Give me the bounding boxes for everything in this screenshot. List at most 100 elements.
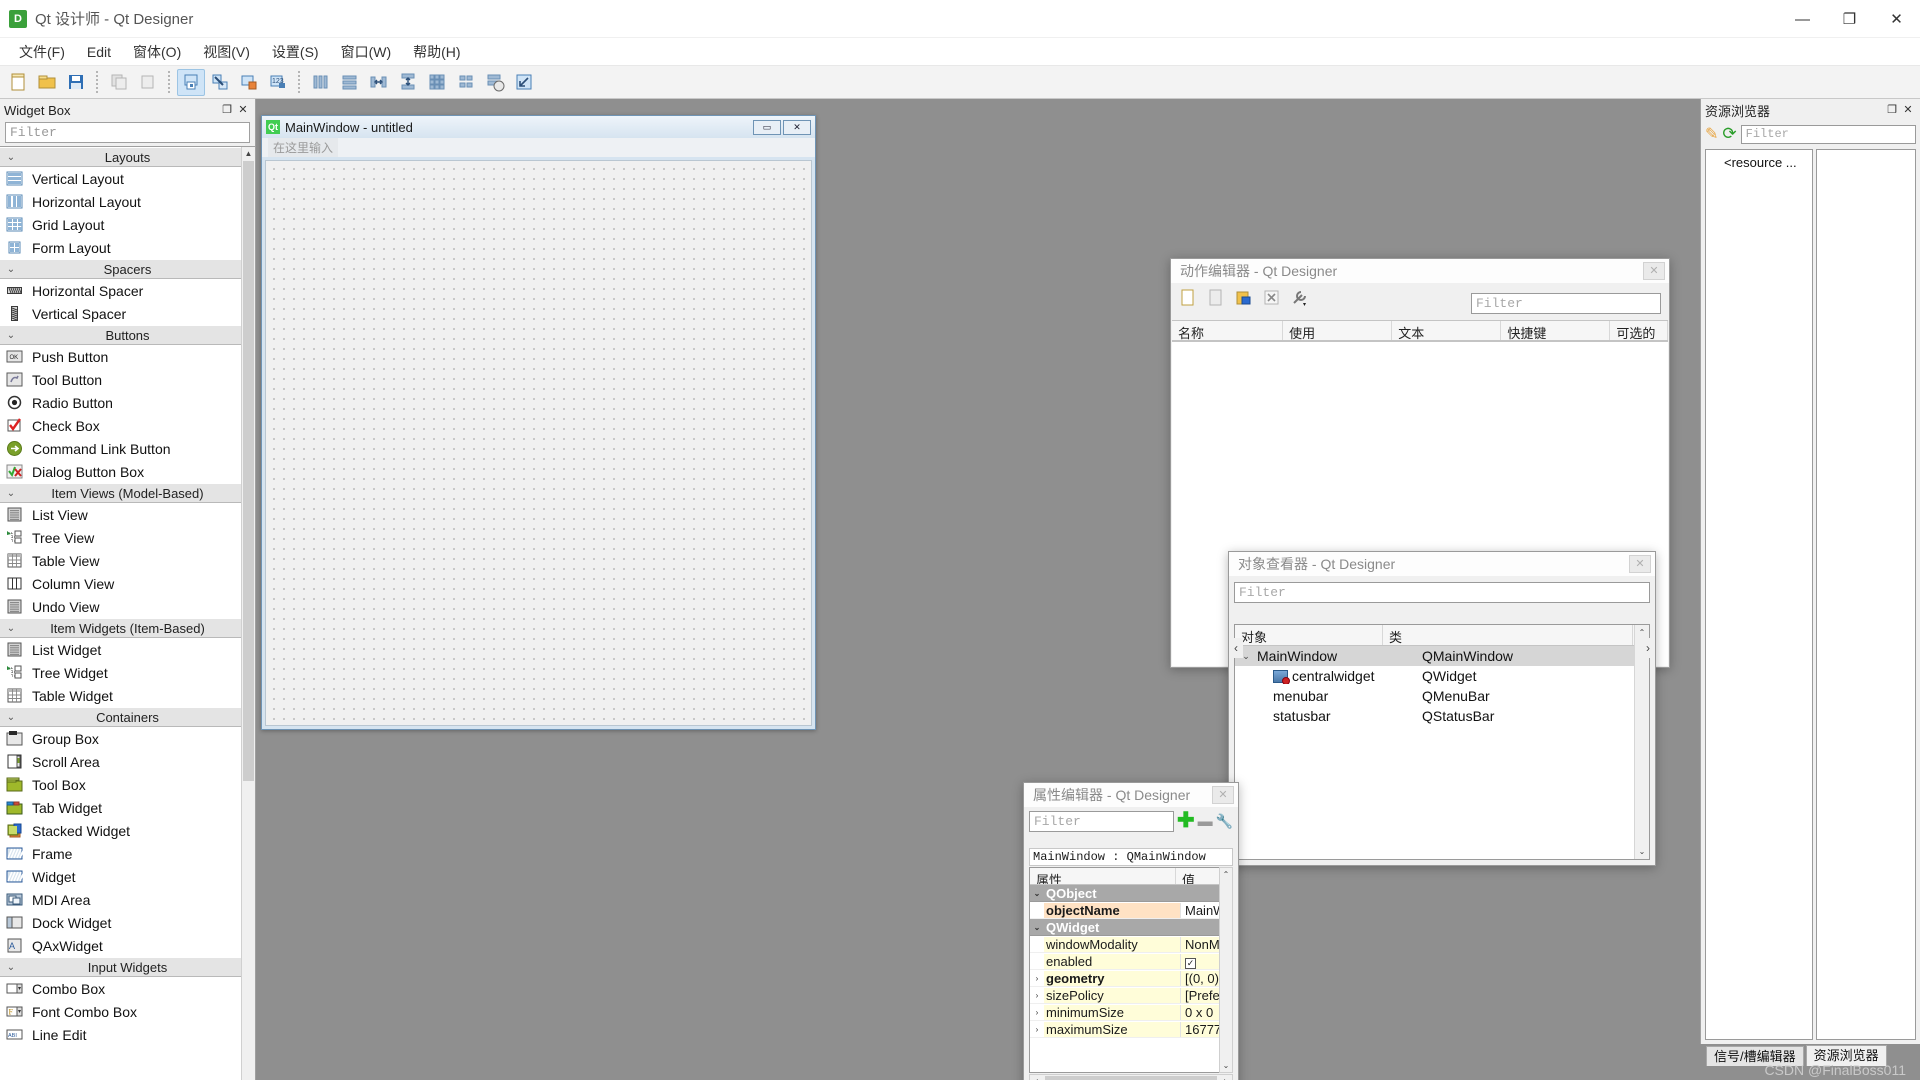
copy-action-icon[interactable] <box>1203 285 1228 309</box>
chevron-down-icon[interactable]: ⌄ <box>1030 923 1044 932</box>
object-inspector-right-arrow-icon[interactable]: › <box>1641 638 1655 658</box>
action-editor-close-icon[interactable]: ✕ <box>1643 262 1665 280</box>
scroll-thumb[interactable] <box>1045 1076 1217 1080</box>
widget-box-item[interactable]: A QAxWidget <box>0 934 255 957</box>
property-editor-row[interactable]: ⌄ QWidget <box>1030 919 1232 936</box>
break-layout-icon[interactable] <box>481 69 509 96</box>
property-editor-rows[interactable]: ⌄ QObject objectName MainWin ⌄ QWidget windowM… <box>1030 885 1232 1038</box>
property-editor-row[interactable]: enabled ✓ <box>1030 953 1232 970</box>
widget-box-item[interactable]: Radio Button <box>0 391 255 414</box>
widget-box-group-header[interactable]: ⌄ Input Widgets <box>0 957 255 977</box>
property-editor-row[interactable]: › geometry [(0, 0), 8 <box>1030 970 1232 987</box>
widget-box-undock-icon[interactable]: ❐ <box>219 102 235 118</box>
widget-box-scrollbar[interactable]: ▲ <box>241 147 255 1080</box>
edit-signals-slots-icon[interactable] <box>206 69 234 96</box>
scroll-down-icon[interactable]: ⌄ <box>1635 844 1649 859</box>
widget-box-item[interactable]: Widget <box>0 865 255 888</box>
chevron-right-icon[interactable]: › <box>1030 991 1044 1000</box>
property-editor-row[interactable]: › sizePolicy [Preferre <box>1030 987 1232 1004</box>
object-inspector-close-icon[interactable]: ✕ <box>1629 555 1651 573</box>
widget-box-group-header[interactable]: ⌄ Item Views (Model-Based) <box>0 483 255 503</box>
property-editor-row[interactable]: objectName MainWin <box>1030 902 1232 919</box>
widget-box-item[interactable]: Combo Box <box>0 977 255 1000</box>
resource-tree[interactable]: <resource ... <box>1705 149 1813 1040</box>
object-inspector-tree[interactable]: 对象类 ⌄ MainWindow QMainWindow centralwidget Q… <box>1234 624 1650 860</box>
resource-preview[interactable] <box>1816 149 1916 1040</box>
widget-box-item[interactable]: Vertical Spacer <box>0 302 255 325</box>
delete-action-icon[interactable] <box>1259 285 1284 309</box>
undo-icon[interactable] <box>105 69 133 96</box>
property-editor-filter-input[interactable]: Filter <box>1029 810 1174 832</box>
action-editor-column-header[interactable]: 可选的 <box>1610 321 1669 340</box>
new-action-icon[interactable] <box>1175 285 1200 309</box>
layout-h-splitter-icon[interactable] <box>365 69 393 96</box>
layout-v-splitter-icon[interactable] <box>394 69 422 96</box>
edit-resources-icon[interactable]: ✎ <box>1705 124 1718 144</box>
form-menu-hint[interactable]: 在这里输入 <box>268 138 339 157</box>
adjust-size-icon[interactable] <box>510 69 538 96</box>
remove-property-icon[interactable]: ▬ <box>1198 813 1213 830</box>
widget-box-item[interactable]: Stacked Widget <box>0 819 255 842</box>
widget-box-group-header[interactable]: ⌄ Layouts <box>0 147 255 167</box>
action-editor-column-header[interactable]: 名称 <box>1172 321 1284 340</box>
form-close-button[interactable]: ✕ <box>783 119 811 135</box>
widget-box-item[interactable]: F Font Combo Box <box>0 1000 255 1023</box>
layout-grid-icon[interactable] <box>423 69 451 96</box>
widget-box-item[interactable]: Horizontal Spacer <box>0 279 255 302</box>
widget-box-item[interactable]: Tool Button <box>0 368 255 391</box>
widget-box-item[interactable]: Horizontal Layout <box>0 190 255 213</box>
widget-box-item[interactable]: Tab Widget <box>0 796 255 819</box>
edit-widgets-icon[interactable] <box>177 68 205 96</box>
scroll-up-icon[interactable]: ⌃ <box>1220 868 1232 881</box>
edit-buddies-icon[interactable] <box>235 69 263 96</box>
widget-box-item[interactable]: OK Push Button <box>0 345 255 368</box>
widget-box-item[interactable]: Grid Layout <box>0 213 255 236</box>
resource-browser-undock-icon[interactable]: ❐ <box>1884 102 1900 118</box>
object-inspector-row[interactable]: menubar QMenuBar <box>1235 686 1649 706</box>
menu-item-2[interactable]: 窗体(O) <box>122 38 192 66</box>
property-editor-row[interactable]: › minimumSize 0 x 0 <box>1030 1004 1232 1021</box>
resource-browser-close-icon[interactable]: ✕ <box>1900 102 1916 118</box>
object-inspector-vscrollbar[interactable]: ⌃ ⌄ <box>1634 625 1649 859</box>
widget-box-item[interactable]: List Widget <box>0 638 255 661</box>
action-editor-column-header[interactable]: 使用 <box>1283 321 1393 340</box>
object-inspector-panel[interactable]: 对象查看器 - Qt Designer ✕ Filter 对象类 ⌄ MainWi… <box>1228 551 1656 866</box>
form-minimize-button[interactable]: ▭ <box>753 119 781 135</box>
layout-horizontally-icon[interactable] <box>307 69 335 96</box>
widget-box-item[interactable]: Check Box <box>0 414 255 437</box>
object-inspector-row[interactable]: statusbar QStatusBar <box>1235 706 1649 726</box>
widget-box-item[interactable]: Table Widget <box>0 684 255 707</box>
menu-item-1[interactable]: Edit <box>76 40 122 64</box>
widget-box-item[interactable]: Scroll Area <box>0 750 255 773</box>
menu-item-5[interactable]: 窗口(W) <box>330 38 403 66</box>
widget-box-item[interactable]: Tree View <box>0 526 255 549</box>
widget-box-item[interactable]: Tool Box <box>0 773 255 796</box>
resource-tree-item[interactable]: <resource ... <box>1706 154 1812 171</box>
object-inspector-rows[interactable]: ⌄ MainWindow QMainWindow centralwidget QWidg… <box>1235 646 1649 726</box>
view-mode-icon[interactable] <box>1287 285 1312 309</box>
menu-item-0[interactable]: 文件(F) <box>8 38 76 66</box>
widget-box-item[interactable]: Dock Widget <box>0 911 255 934</box>
widget-box-item[interactable]: Form Layout <box>0 236 255 259</box>
scroll-left-icon[interactable]: ‹ <box>1030 1075 1044 1080</box>
property-editor-panel[interactable]: 属性编辑器 - Qt Designer ✕ Filter ✚ ▬ 🔧 MainW… <box>1023 782 1239 1080</box>
redo-icon[interactable] <box>134 69 162 96</box>
action-editor-column-header[interactable]: 快捷键 <box>1501 321 1611 340</box>
widget-box-item[interactable]: ABI Line Edit <box>0 1023 255 1046</box>
chevron-right-icon[interactable]: › <box>1030 1008 1044 1017</box>
property-editor-hscrollbar[interactable]: ‹ › <box>1029 1074 1233 1080</box>
maximize-button[interactable]: ❐ <box>1826 0 1873 38</box>
configure-property-icon[interactable]: 🔧 <box>1216 813 1233 830</box>
widget-box-item[interactable]: Column View <box>0 572 255 595</box>
resource-browser-filter-input[interactable]: Filter <box>1740 124 1916 144</box>
edit-action-icon[interactable] <box>1231 285 1256 309</box>
widget-box-item[interactable]: Group Box <box>0 727 255 750</box>
open-form-icon[interactable] <box>33 69 61 96</box>
action-editor-column-header[interactable]: 文本 <box>1392 321 1502 340</box>
reload-resources-icon[interactable]: ⟳ <box>1722 124 1736 144</box>
edit-tab-order-icon[interactable]: 123 <box>264 69 292 96</box>
layout-vertically-icon[interactable] <box>336 69 364 96</box>
widget-box-filter-input[interactable]: Filter <box>5 122 250 143</box>
property-editor-column-header[interactable]: 属性 <box>1030 868 1176 884</box>
minimize-button[interactable]: — <box>1779 0 1826 38</box>
